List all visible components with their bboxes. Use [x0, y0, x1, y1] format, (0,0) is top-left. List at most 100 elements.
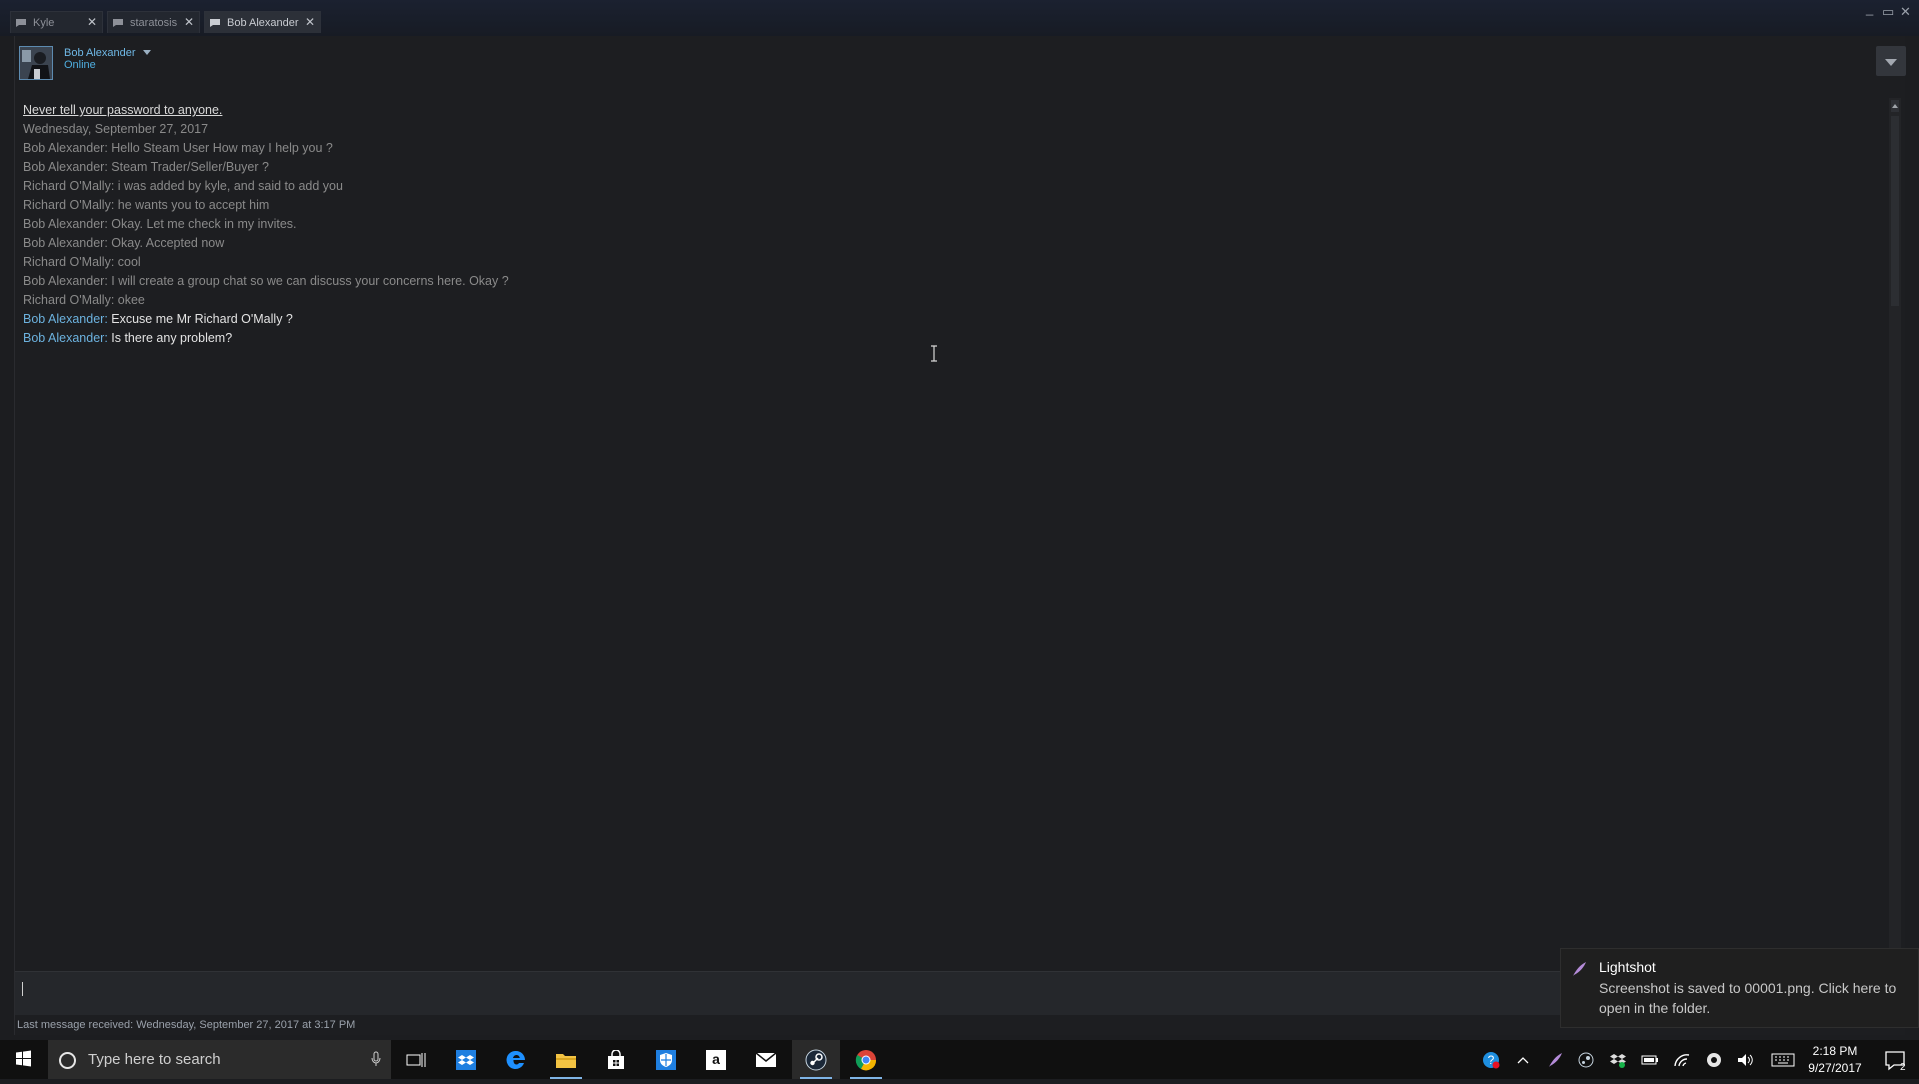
cortana-icon — [59, 1052, 76, 1069]
scroll-thumb[interactable] — [1891, 116, 1899, 306]
search-placeholder: Type here to search — [88, 1051, 221, 1068]
tab-staratosis[interactable]: staratosis ✕ — [107, 11, 200, 33]
steam-tray-icon[interactable] — [1571, 1040, 1601, 1079]
notification-icon: 2 — [1885, 1051, 1906, 1073]
windows-logo-icon — [16, 1050, 31, 1067]
chat-message: Bob Alexander: Steam Trader/Seller/Buyer… — [23, 160, 269, 174]
friend-status: Online — [64, 59, 96, 71]
message-text: Excuse me Mr Richard O'Mally ? — [111, 312, 293, 326]
shield-glyph — [656, 1049, 676, 1070]
edge-icon[interactable] — [492, 1040, 540, 1079]
message-sender: Bob Alexander — [23, 141, 105, 155]
store-icon[interactable] — [592, 1040, 640, 1079]
taskbar: Type here to search a ? 2:18 PM 9/27/201… — [0, 1040, 1919, 1079]
message-text: he wants you to accept him — [117, 198, 270, 212]
feather-glyph — [1549, 1052, 1562, 1067]
close-tab-icon[interactable]: ✕ — [305, 15, 315, 29]
amazon-glyph: a — [706, 1049, 726, 1070]
chat-header: Bob Alexander Online — [15, 36, 1906, 91]
start-button[interactable] — [0, 1040, 46, 1079]
battery-glyph — [1641, 1055, 1658, 1064]
chevron-up-icon[interactable] — [1508, 1040, 1538, 1079]
task-view-icon[interactable] — [392, 1040, 440, 1079]
last-message-status: Last message received: Wednesday, Septem… — [17, 1019, 356, 1031]
message-sender[interactable]: Bob Alexander — [23, 331, 104, 345]
message-text: I will create a group chat so we can dis… — [111, 274, 509, 288]
microphone-icon[interactable] — [371, 1051, 381, 1067]
dropbox-tray-icon[interactable] — [1603, 1040, 1633, 1079]
taskbar-clock[interactable]: 2:18 PM 9/27/2017 — [1800, 1043, 1870, 1077]
avatar-image — [20, 47, 52, 79]
chat-log: Never tell your password to anyone. Wedn… — [23, 101, 1883, 348]
amazon-icon[interactable]: a — [692, 1040, 740, 1079]
sync-glyph — [1707, 1052, 1721, 1067]
tab-bob-alexander[interactable]: Bob Alexander ✕ — [204, 11, 321, 33]
tab-kyle[interactable]: Kyle ✕ — [10, 11, 103, 33]
steam-icon[interactable] — [792, 1040, 840, 1079]
text-caret — [22, 982, 23, 996]
mail-glyph — [755, 1051, 777, 1067]
keyboard-glyph — [1771, 1053, 1795, 1066]
notification-count: 2 — [1900, 1062, 1906, 1073]
steam-glyph — [805, 1049, 827, 1070]
mail-icon[interactable] — [742, 1040, 790, 1079]
chat-message: Richard O'Mally: okee — [23, 293, 145, 307]
chat-message: Bob Alexander: Hello Steam User How may … — [23, 141, 333, 155]
close-tab-icon[interactable]: ✕ — [87, 15, 97, 29]
dropbox-glyph — [456, 1049, 476, 1070]
chat-options-button[interactable] — [1876, 46, 1906, 76]
amazon-letter: a — [712, 1051, 720, 1067]
chat-message: Richard O'Mally: cool — [23, 255, 141, 269]
dropbox-icon[interactable] — [442, 1040, 490, 1079]
chat-bubble-icon — [16, 18, 26, 27]
action-center-button[interactable]: 2 — [1876, 1040, 1916, 1079]
keyboard-icon[interactable] — [1766, 1040, 1800, 1079]
wifi-icon[interactable] — [1667, 1040, 1697, 1079]
steam-sync-icon[interactable] — [1699, 1040, 1729, 1079]
maximize-icon[interactable]: ▭ — [1882, 4, 1894, 20]
security-shield-icon[interactable] — [642, 1040, 690, 1079]
store-glyph — [608, 1049, 624, 1069]
tab-label: Bob Alexander — [227, 16, 299, 29]
close-window-icon[interactable]: ✕ — [1900, 4, 1911, 20]
title-bar: Kyle ✕ staratosis ✕ Bob Alexander ✕ _ ▭ … — [0, 0, 1919, 36]
message-sender: Bob Alexander — [23, 160, 105, 174]
notification-title: Lightshot — [1599, 959, 1656, 975]
friend-name[interactable]: Bob Alexander — [64, 47, 136, 59]
message-sender: Bob Alexander — [23, 217, 105, 231]
message-sender[interactable]: Bob Alexander — [23, 312, 104, 326]
friend-menu-dropdown-icon[interactable] — [143, 50, 151, 55]
volume-icon[interactable] — [1731, 1040, 1761, 1079]
message-text: cool — [117, 255, 141, 269]
help-icon[interactable]: ? — [1476, 1040, 1506, 1079]
avatar[interactable] — [19, 46, 53, 80]
task-view-glyph — [406, 1052, 426, 1067]
chat-scrollbar[interactable] — [1889, 98, 1901, 983]
taskbar-search-input[interactable]: Type here to search — [48, 1040, 391, 1079]
steam-tray-glyph — [1578, 1052, 1594, 1067]
message-text: Is there any problem? — [111, 331, 233, 345]
battery-icon[interactable] — [1635, 1040, 1665, 1079]
message-text: Hello Steam User How may I help you ? — [111, 141, 333, 155]
file-explorer-icon[interactable] — [542, 1040, 590, 1079]
chat-message: Richard O'Mally: i was added by kyle, an… — [23, 179, 343, 193]
lightshot-icon[interactable] — [1540, 1040, 1570, 1079]
date-separator: Wednesday, September 27, 2017 — [23, 122, 209, 136]
chat-message: Bob Alexander: Excuse me Mr Richard O'Ma… — [23, 312, 293, 326]
message-text: Steam Trader/Seller/Buyer ? — [111, 160, 269, 174]
minimize-icon[interactable]: _ — [1866, 1, 1873, 16]
chat-message: Bob Alexander: Okay. Let me check in my … — [23, 217, 297, 231]
scroll-up-button[interactable] — [1891, 100, 1899, 112]
chat-message: Bob Alexander: Is there any problem? — [23, 331, 233, 345]
close-tab-icon[interactable]: ✕ — [184, 15, 194, 29]
message-sender: Richard O'Mally — [23, 293, 111, 307]
message-sender: Bob Alexander — [23, 274, 105, 288]
message-sender: Richard O'Mally — [23, 255, 111, 269]
feather-icon — [1573, 962, 1586, 976]
password-warning-link[interactable]: Never tell your password to anyone. — [23, 101, 1883, 120]
chat-window: Bob Alexander Online Never tell your pas… — [14, 36, 1906, 1035]
message-sender: Richard O'Mally — [23, 179, 111, 193]
lightshot-notification[interactable]: Lightshot Screenshot is saved to 00001.p… — [1560, 948, 1919, 1028]
chrome-glyph — [855, 1049, 877, 1070]
chrome-icon[interactable] — [842, 1040, 890, 1079]
